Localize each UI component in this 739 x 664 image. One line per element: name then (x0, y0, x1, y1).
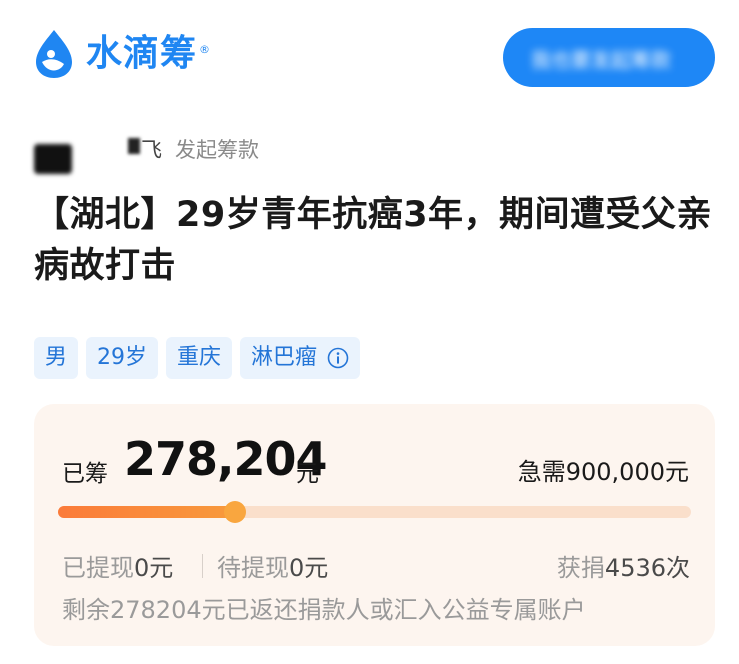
initiator-row: 飞 发起筹款 (34, 130, 434, 174)
remaining-funds-note: 剩余278204元已返还捐款人或汇入公益专属账户 (62, 596, 586, 624)
fundraising-progress-card: 已筹 278,204 元 急需900,000元 已提现0元 待提现0元 获捐45… (34, 404, 715, 646)
brand-logo[interactable]: 水滴筹 ® (34, 28, 210, 80)
progress-bar (58, 501, 691, 523)
initiator-avatar[interactable] (34, 144, 72, 174)
tag-disease-label: 淋巴瘤 (251, 345, 318, 370)
brand-name: 水滴筹 ® (86, 28, 210, 80)
info-icon[interactable] (327, 347, 349, 369)
start-fundraising-label: 我也要发起筹款 (531, 48, 671, 72)
top-header: 水滴筹 ® 我也要发起筹款 (0, 0, 739, 110)
tag-location: 重庆 (166, 337, 233, 379)
withdrawal-stats: 已提现0元 待提现0元 获捐4536次 (62, 548, 690, 584)
tag-age: 29岁 (86, 337, 159, 379)
withdrawn-stat: 已提现0元 (62, 554, 174, 582)
water-drop-icon (36, 30, 72, 78)
target-amount: 急需900,000元 (517, 458, 689, 486)
initiator-name: 飞 (141, 138, 162, 162)
raised-unit: 元 (296, 461, 319, 487)
raised-label: 已筹 (62, 461, 108, 487)
tag-gender: 男 (34, 337, 79, 379)
initiator-action: 发起筹款 (175, 138, 259, 162)
pending-stat: 待提现0元 (217, 554, 329, 582)
campaign-title: 【湖北】29岁青年抗癌3年，期间遭受父亲病故打击 (34, 195, 713, 286)
registered-mark: ® (199, 43, 212, 56)
progress-fill (58, 506, 236, 518)
progress-knob (224, 501, 247, 523)
tag-disease[interactable]: 淋巴瘤 (240, 337, 361, 379)
patient-tags: 男 29岁 重庆 淋巴瘤 (34, 337, 361, 379)
start-fundraising-button[interactable]: 我也要发起筹款 (503, 28, 715, 87)
donation-count: 获捐4536次 (556, 554, 690, 582)
name-redaction (128, 138, 140, 154)
stat-divider (202, 554, 203, 578)
